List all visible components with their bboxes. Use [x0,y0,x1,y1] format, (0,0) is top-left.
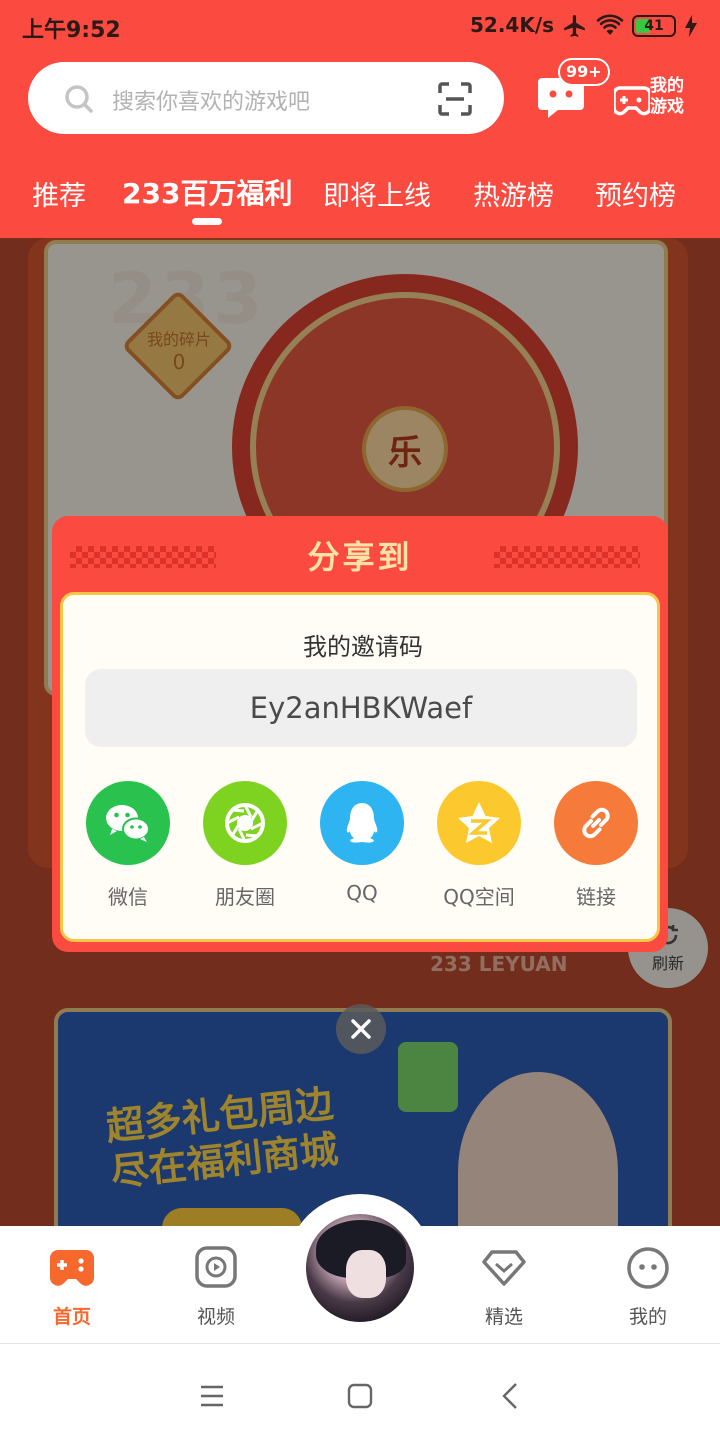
category-tabs: 推荐 233百万福利 即将上线 热游榜 预约榜 [0,170,720,220]
invite-code-label: 我的邀请码 [303,633,423,661]
tab-hot-games[interactable]: 热游榜 [473,174,554,213]
dialog-close-button[interactable] [336,1004,386,1054]
share-qzone-label: QQ空间 [443,885,515,909]
qq-icon [320,781,404,865]
close-icon [351,1019,371,1039]
tab-233-welfare[interactable]: 233百万福利 [122,172,292,212]
video-icon [195,1246,237,1288]
nav-home[interactable]: 首页 [22,1246,122,1329]
status-icons: 41 [562,12,698,40]
my-games-button[interactable]: 我的 游戏 [614,76,694,122]
share-moments-label: 朋友圈 [215,885,275,909]
profile-icon [627,1247,669,1289]
invite-code-box[interactable]: Ey2anHBKWaef [85,669,637,747]
airplane-icon [564,15,585,37]
share-qq-label: QQ [346,881,378,905]
nav-profile-label: 我的 [628,1306,667,1328]
nav-featured-label: 精选 [484,1306,523,1328]
my-games-line1: 我的 [650,76,684,96]
share-qzone[interactable]: QQ空间 [424,781,534,910]
back-icon[interactable] [492,1376,532,1416]
nav-video[interactable]: 视频 [166,1246,266,1329]
status-time: 上午9:52 [22,18,121,43]
app-header: 上午9:52 52.4K/s 41 搜索你喜欢的游戏吧 99+ 我的 游戏 推荐 … [0,0,720,238]
qzone-icon [437,781,521,865]
my-games-label: 我的 游戏 [650,76,684,118]
share-qq[interactable]: QQ [307,781,417,905]
search-icon [65,85,93,113]
gamepad-icon [50,1250,94,1286]
share-link[interactable]: 链接 [541,781,651,910]
tab-recommend[interactable]: 推荐 [32,174,86,213]
dialog-title: 分享到 [307,538,413,576]
nav-featured[interactable]: 精选 [454,1246,554,1329]
system-nav-bar [0,1344,720,1440]
tab-reservation-rank[interactable]: 预约榜 [595,174,676,213]
battery-level: 41 [644,18,664,34]
moments-icon [203,781,287,865]
status-bar: 上午9:52 52.4K/s 41 [0,0,720,52]
nav-video-label: 视频 [196,1306,235,1328]
scan-icon[interactable] [438,82,472,116]
share-link-label: 链接 [576,885,616,909]
link-icon [554,781,638,865]
share-wechat[interactable]: 微信 [73,781,183,910]
search-placeholder: 搜索你喜欢的游戏吧 [112,90,311,115]
share-options: 微信 朋友圈 QQ QQ空间 链接 [63,781,663,911]
menu-icon[interactable] [192,1376,232,1416]
network-speed: 52.4K/s [470,13,555,37]
avatar[interactable] [303,1211,417,1325]
share-moments[interactable]: 朋友圈 [190,781,300,910]
share-wechat-label: 微信 [108,885,148,909]
avatar-face [346,1250,386,1298]
dialog-panel: 我的邀请码 Ey2anHBKWaef 微信 朋友圈 QQ QQ空间 链接 [60,592,660,942]
message-badge: 99+ [558,58,610,86]
featured-icon [482,1250,526,1286]
nav-home-label: 首页 [52,1306,91,1328]
my-games-line2: 游戏 [650,97,684,117]
wechat-icon [86,781,170,865]
wifi-icon [596,14,624,35]
home-icon[interactable] [340,1376,380,1416]
charging-icon [685,15,697,37]
search-bar[interactable]: 搜索你喜欢的游戏吧 [28,62,504,134]
tab-indicator [192,218,222,225]
share-dialog: 分享到 我的邀请码 Ey2anHBKWaef 微信 朋友圈 QQ QQ空间 链接 [52,516,668,952]
nav-profile[interactable]: 我的 [598,1246,698,1329]
battery-icon: 41 [632,15,676,37]
tab-coming-soon[interactable]: 即将上线 [323,174,431,213]
invite-code: Ey2anHBKWaef [249,691,473,725]
gamepad-icon [614,86,650,116]
